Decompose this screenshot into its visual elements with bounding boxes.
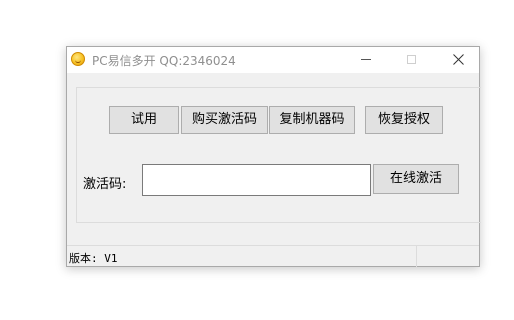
restore-authorization-button[interactable]: 恢复授权 <box>365 106 443 134</box>
minimize-icon <box>361 59 371 60</box>
close-button[interactable] <box>435 47 481 73</box>
main-panel: 试用 购买激活码 复制机器码 恢复授权 <box>76 87 481 223</box>
activation-code-label: 激活码: <box>83 177 127 192</box>
title-bar[interactable]: PC易信多开 QQ:2346024 <box>67 47 479 73</box>
window-title: PC易信多开 QQ:2346024 <box>92 54 236 68</box>
close-icon <box>453 54 464 65</box>
smiley-app-icon <box>71 52 85 66</box>
copy-machine-code-button[interactable]: 复制机器码 <box>269 106 355 134</box>
trial-button[interactable]: 试用 <box>109 106 179 134</box>
status-bar: 版本: V1 <box>67 245 479 267</box>
version-text: 版本: V1 <box>69 252 118 265</box>
main-window: PC易信多开 QQ:2346024 试用 购买激活码 复制机器码 恢复授权 激活… <box>66 46 481 267</box>
minimize-button[interactable] <box>343 47 389 73</box>
activation-code-input[interactable] <box>142 164 371 196</box>
online-activate-button[interactable]: 在线激活 <box>373 164 459 194</box>
maximize-icon <box>407 55 416 64</box>
buy-activation-code-button[interactable]: 购买激活码 <box>181 106 268 134</box>
status-divider <box>416 246 417 267</box>
maximize-button[interactable] <box>389 47 435 73</box>
